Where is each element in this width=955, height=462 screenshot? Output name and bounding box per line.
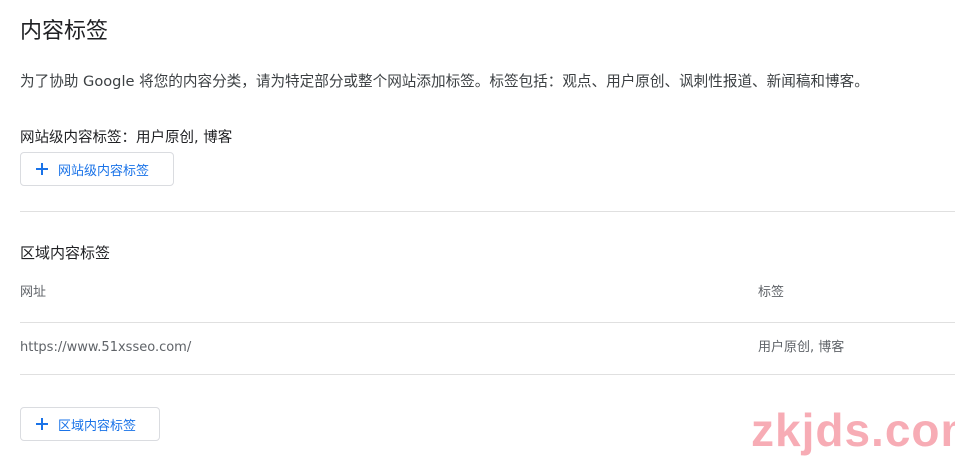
table-divider xyxy=(20,374,955,375)
table-row[interactable]: https://www.51xsseo.com/ 用户原创, 博客 xyxy=(20,338,955,358)
site-level-label-summary: 网站级内容标签：用户原创, 博客 xyxy=(20,130,233,146)
region-table-header: 网址 标签 xyxy=(20,283,955,303)
region-section-title: 区域内容标签 xyxy=(20,244,111,262)
row-url: https://www.51xsseo.com/ xyxy=(20,340,192,355)
table-divider xyxy=(20,322,955,323)
section-divider xyxy=(20,211,955,212)
add-region-label-button[interactable]: 区域内容标签 xyxy=(20,407,160,441)
plus-icon xyxy=(36,418,48,430)
plus-icon xyxy=(36,163,48,175)
add-site-level-label-button[interactable]: 网站级内容标签 xyxy=(20,152,174,186)
add-region-label-text: 区域内容标签 xyxy=(58,418,137,434)
page-description: 为了协助 Google 将您的内容分类，请为特定部分或整个网站添加标签。标签包括… xyxy=(20,73,869,90)
content-labels-page: 内容标签 为了协助 Google 将您的内容分类，请为特定部分或整个网站添加标签… xyxy=(20,0,955,462)
row-label: 用户原创, 博客 xyxy=(758,340,845,355)
column-header-url: 网址 xyxy=(20,285,47,300)
add-site-level-label-text: 网站级内容标签 xyxy=(58,163,150,179)
page-title: 内容标签 xyxy=(20,19,109,44)
column-header-label: 标签 xyxy=(758,285,785,300)
